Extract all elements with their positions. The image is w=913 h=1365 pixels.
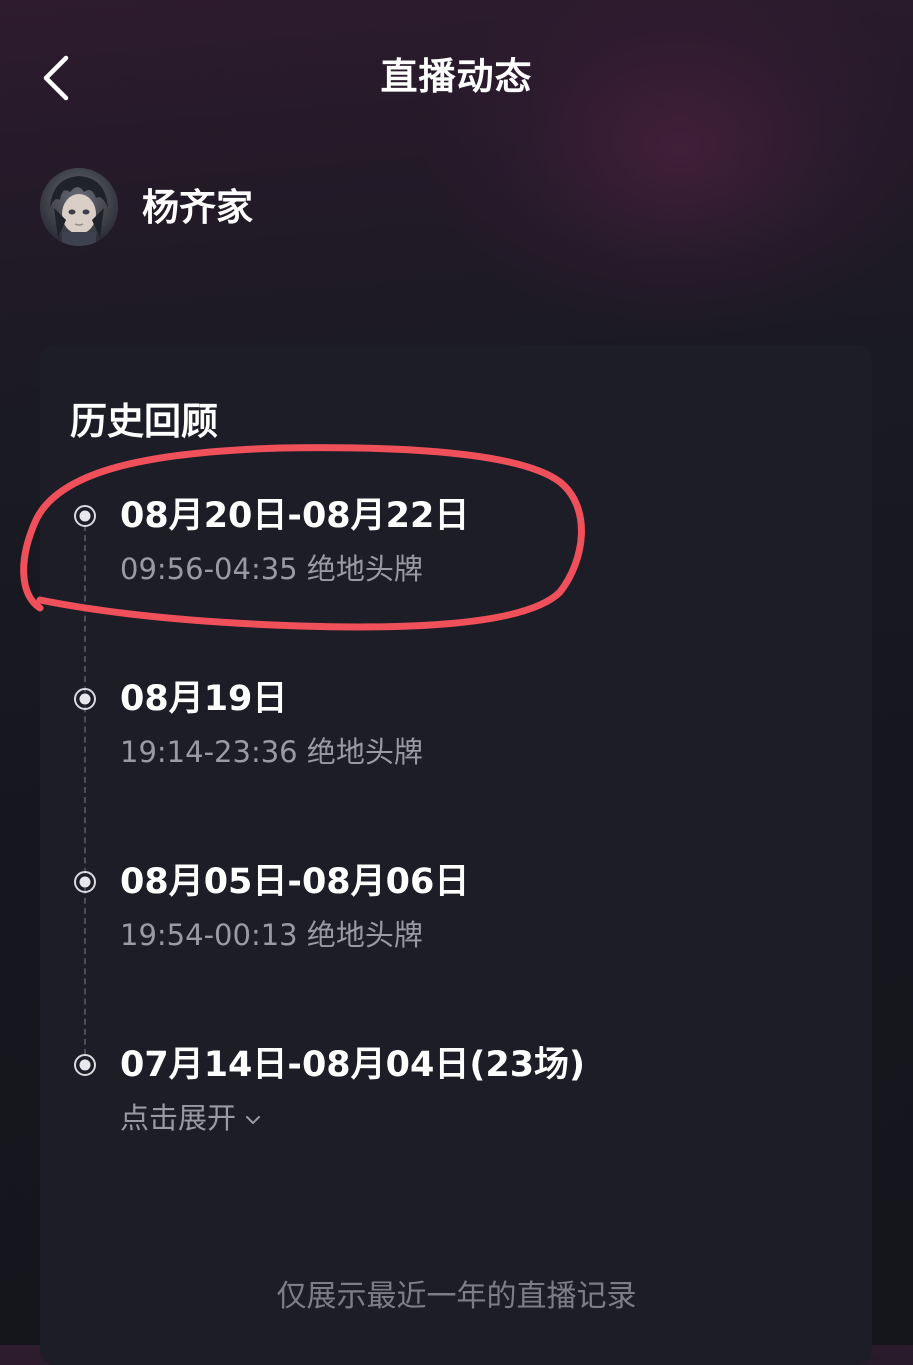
history-item[interactable]: 08月05日-08月06日 19:54-00:13 绝地头牌 [40, 856, 860, 976]
nav-bar: 直播动态 [0, 0, 913, 150]
history-item-detail: 19:14-23:36 绝地头牌 [120, 735, 423, 769]
user-name[interactable]: 杨齐家 [142, 182, 253, 234]
timeline-dot-icon [74, 1054, 96, 1076]
history-item-date: 08月20日-08月22日 [120, 496, 470, 536]
footer-note: 仅展示最近一年的直播记录 [276, 1279, 637, 1314]
expand-link[interactable]: 点击展开 [120, 1097, 262, 1139]
history-card: 历史回顾 08月20日-08月22日 09:56-04:35 绝地头牌 08月1… [40, 345, 872, 1365]
anime-avatar-image [40, 168, 118, 246]
expand-link-label: 点击展开 [120, 1101, 237, 1135]
history-item-collapsed-group[interactable]: 07月14日-08月04日(23场) 点击展开 [40, 1039, 860, 1159]
user-profile-row[interactable]: 杨齐家 [40, 168, 640, 248]
chevron-down-icon [246, 1116, 261, 1124]
history-section-title: 历史回顾 [70, 400, 218, 443]
timeline-dot-icon [74, 688, 96, 710]
history-item-detail: 09:56-04:35 绝地头牌 [120, 552, 423, 586]
page-title: 直播动态 [380, 55, 533, 98]
history-item-detail: 19:54-00:13 绝地头牌 [120, 918, 423, 952]
timeline-dot-icon [74, 505, 96, 527]
history-item-date: 08月05日-08月06日 [120, 862, 470, 902]
history-item[interactable]: 08月20日-08月22日 09:56-04:35 绝地头牌 [40, 490, 860, 610]
avatar[interactable] [40, 168, 118, 246]
history-item-date: 08月19日 [120, 679, 288, 719]
history-item-date: 07月14日-08月04日(23场) [120, 1045, 586, 1085]
history-item[interactable]: 08月19日 19:14-23:36 绝地头牌 [40, 673, 860, 793]
timeline-dot-icon [74, 871, 96, 893]
